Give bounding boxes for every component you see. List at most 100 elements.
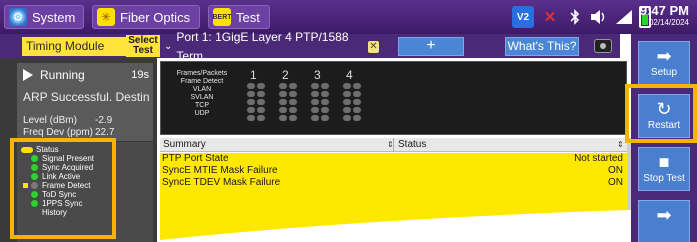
error-x-icon[interactable]: ✕ [539,6,561,28]
frames-indicator-led [247,107,255,113]
freq-row: Freq Dev (ppm) 22.7 [23,127,153,138]
freq-value: 22.7 [95,127,115,138]
clock-date: 02/14/2024 [648,18,689,27]
arrow-right-icon: ➡ [656,46,672,66]
summary-cell: PTP Port State [162,153,229,164]
status-pill-icon [21,146,33,153]
frames-indicator-led [289,99,297,105]
arrow-right-icon: ➡ [656,205,672,225]
next-action-button[interactable]: ➡ [638,200,690,242]
clock: 9:47 PM 02/14/2024 [640,3,689,28]
whats-this-button[interactable]: What's This? [505,37,579,56]
test-icon-text: BERT [212,13,232,21]
port-column-1: 1 [250,68,257,82]
frames-indicator-led [289,107,297,113]
summary-cell: SyncE MTIE Mask Failure [162,165,278,176]
frames-packets-panel: Frames/Packets Frame Detect VLAN SVLAN T… [160,61,627,135]
tab-system-label: System [32,9,76,25]
select-test-button[interactable]: Select Test [126,35,160,57]
run-status-box: Running 19s ARP Successful. Destin Level… [17,63,153,141]
status-column-header[interactable]: Status [395,138,426,152]
frames-indicator-led [353,107,361,113]
setup-button[interactable]: ➡ Setup [638,41,690,85]
frames-indicator-led [321,91,329,97]
run-status-row[interactable]: Running 19s [23,68,149,82]
close-icon[interactable]: ✕ [367,40,379,53]
frames-indicator-led [247,83,255,89]
setup-label: Setup [650,67,678,78]
frames-indicator-led [311,99,319,105]
frames-indicator-led [279,115,287,121]
restart-icon: ↻ [656,99,672,119]
stop-test-button[interactable]: ■ Stop Test [638,147,690,191]
table-row[interactable]: PTP Port State Not started [160,153,627,165]
chevron-down-icon: ⌄ [164,41,173,52]
stop-icon: ■ [658,152,670,172]
timing-module-tab[interactable]: Timing Module [22,37,126,56]
restart-button[interactable]: ↻ Restart [638,94,690,138]
frames-indicator-led [257,99,265,105]
add-test-button[interactable]: + [398,37,464,56]
arp-message: ARP Successful. Destin [23,90,150,104]
frames-indicator-led [311,115,319,121]
table-row[interactable]: SyncE TDEV Mask Failure ON [160,177,627,189]
frames-indicator-led [279,107,287,113]
frames-indicator-led [353,91,361,97]
left-panel: Running 19s ARP Successful. Destin Level… [0,58,157,242]
frames-indicator-led [279,83,287,89]
frames-indicator-led [257,83,265,89]
frames-indicator-led [353,115,361,121]
level-row: Level (dBm) -2.9 [23,115,153,126]
frames-row-label: SVLAN [190,94,214,101]
legend-item: Sync Acquired [21,163,93,172]
port-column-4: 4 [346,68,353,82]
legend-item: Status [21,145,59,154]
legend-item: Link Active [21,172,80,181]
clock-time: 9:47 PM [639,3,689,18]
stop-test-label: Stop Test [643,173,685,184]
frames-indicator-led [343,107,351,113]
test-toolbar: Timing Module Select Test ⌄ Port 1: 1Gig… [0,30,620,63]
frames-indicator-led [289,115,297,121]
frames-indicator-led [247,115,255,121]
frames-row-label: UDP [194,110,210,117]
frames-row-label: TCP [195,102,209,109]
legend-item: Signal Present [21,154,94,163]
v2-icon[interactable]: V2 [512,6,534,28]
port-select[interactable]: ⌄ Port 1: 1GigE Layer 4 PTP/1588 Term ✕ [164,30,379,63]
frames-indicator-led [343,99,351,105]
frames-indicator-led [321,115,329,121]
level-label: Level (dBm) [23,115,77,126]
page-curl-decoration [160,208,697,242]
tab-test[interactable]: BERT Test [208,5,270,29]
frames-indicator-led [247,91,255,97]
port-column-2: 2 [282,68,289,82]
wifi-icon[interactable] [614,6,634,28]
level-value: -2.9 [95,115,113,126]
tab-system[interactable]: ⚙ System [4,5,84,29]
table-row[interactable]: SyncE MTIE Mask Failure ON [160,165,627,177]
volume-icon[interactable] [589,6,609,28]
frames-indicator-led [257,107,265,113]
table-header: Summary ⇕ Status ⇕ [160,138,627,152]
sort-icon[interactable]: ⇕ [617,140,624,149]
tab-fiber-optics[interactable]: ✳ Fiber Optics [92,5,200,29]
legend-item[interactable]: History [21,208,67,217]
run-seconds: 19s [131,69,149,81]
port-select-label: Port 1: 1GigE Layer 4 PTP/1588 Term [176,29,349,63]
bluetooth-icon[interactable] [566,6,584,28]
status-cell: ON [608,177,623,188]
legend-item: Frame Detect [21,181,90,190]
frames-header: Frames/Packets [176,70,228,77]
frames-indicator-led [257,115,265,121]
gray-led-icon [31,182,38,189]
alarm-marker-icon [22,183,28,188]
frames-indicator-led [257,91,265,97]
run-status: Running [40,68,85,82]
camera-icon[interactable] [594,39,612,53]
summary-column-header[interactable]: Summary [160,138,206,152]
action-panel: ➡ Setup ↻ Restart ■ Stop Test ➡ [631,34,697,242]
freq-label: Freq Dev (ppm) [23,127,94,138]
legend-item: 1PPS Sync [21,199,82,208]
frames-indicator-led [279,91,287,97]
